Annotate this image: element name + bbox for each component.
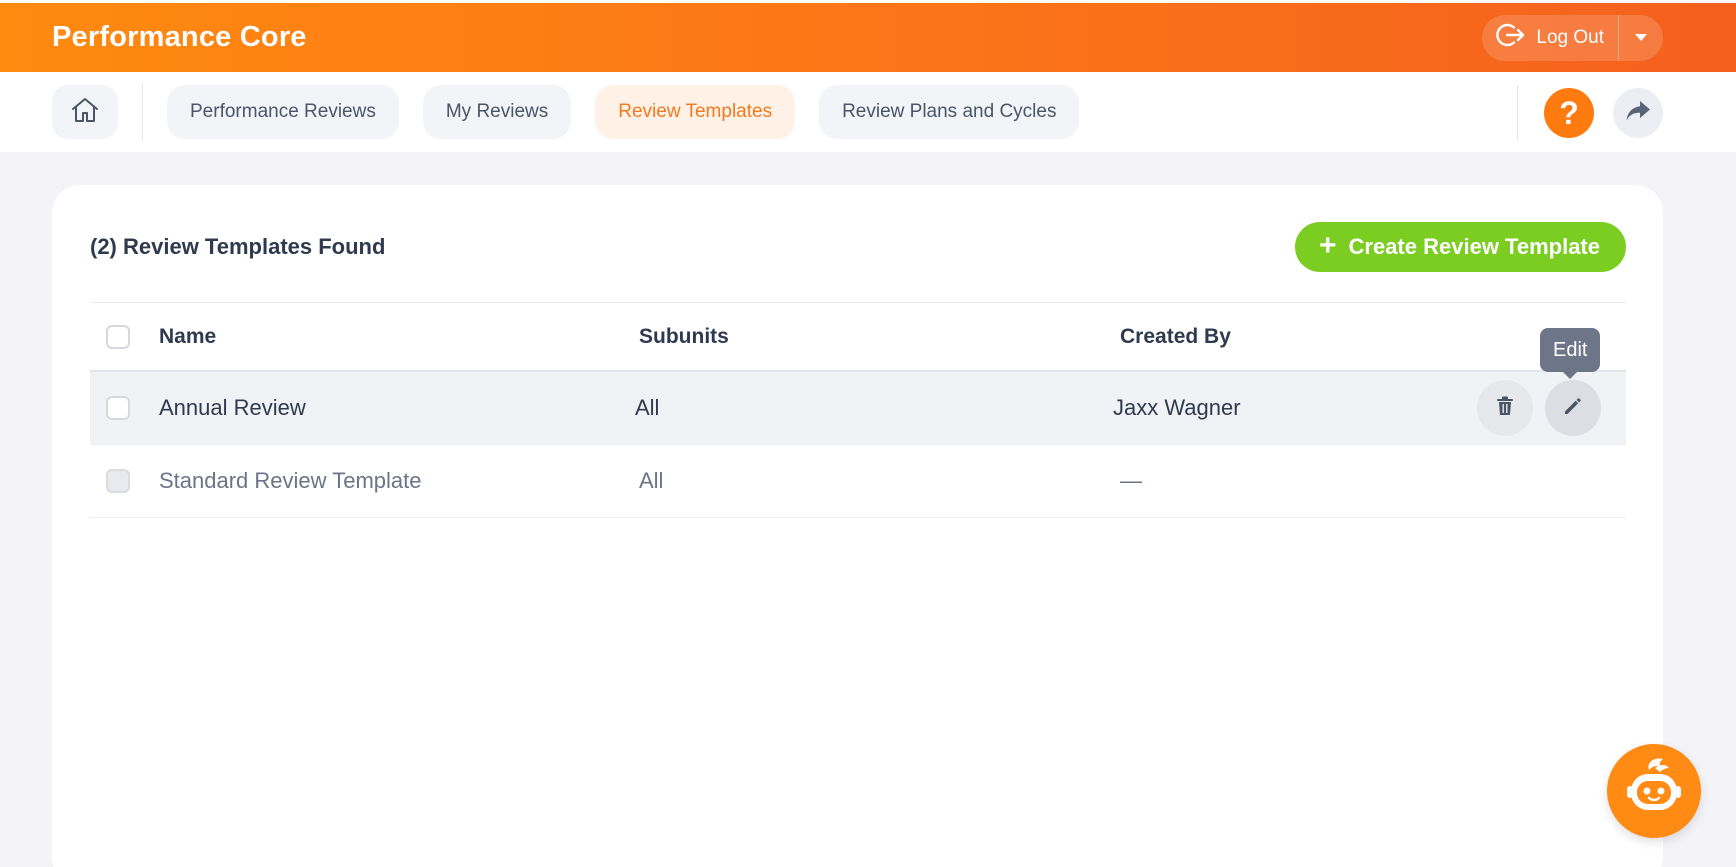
share-button[interactable] xyxy=(1613,88,1663,138)
pencil-icon xyxy=(1563,396,1583,421)
caret-down-icon xyxy=(1635,34,1647,41)
delete-button[interactable] xyxy=(1477,380,1533,436)
cell-name: Standard Review Template xyxy=(159,468,422,493)
cell-name: Annual Review xyxy=(159,395,306,420)
results-count-title: (2) Review Templates Found xyxy=(90,234,386,259)
trash-icon xyxy=(1496,396,1514,421)
nav-right-divider xyxy=(1517,85,1518,141)
account-dropdown-button[interactable] xyxy=(1619,15,1663,61)
app-title: Performance Core xyxy=(52,21,307,53)
nav-divider xyxy=(142,84,143,140)
tab-review-templates[interactable]: Review Templates xyxy=(595,85,796,139)
nav-right-actions: ? xyxy=(1517,85,1663,141)
help-button[interactable]: ? xyxy=(1544,88,1594,138)
templates-table: Name Subunits Created By Annual Review A… xyxy=(90,302,1626,518)
create-button-label: Create Review Template xyxy=(1348,234,1600,259)
home-icon xyxy=(70,95,100,130)
assistant-bot-button[interactable] xyxy=(1607,744,1701,838)
select-all-checkbox[interactable] xyxy=(106,324,130,349)
cell-subunits: All xyxy=(635,395,660,420)
robot-icon xyxy=(1619,754,1689,829)
cell-created-by: Jaxx Wagner xyxy=(1113,395,1241,420)
row-checkbox[interactable] xyxy=(106,396,130,420)
create-review-template-button[interactable]: + Create Review Template xyxy=(1294,222,1626,272)
tab-review-plans-and-cycles[interactable]: Review Plans and Cycles xyxy=(819,85,1080,139)
column-header-created-by[interactable]: Created By xyxy=(1120,325,1231,349)
table-row[interactable]: Standard Review Template All — xyxy=(90,445,1626,518)
row-actions xyxy=(1477,380,1601,436)
logout-group: Log Out xyxy=(1482,14,1663,61)
tab-performance-reviews[interactable]: Performance Reviews xyxy=(167,85,399,139)
templates-card: (2) Review Templates Found + Create Revi… xyxy=(52,185,1663,867)
card-header: (2) Review Templates Found + Create Revi… xyxy=(90,222,1626,272)
plus-icon: + xyxy=(1318,228,1337,262)
table-row[interactable]: Annual Review All Jaxx Wagner xyxy=(90,372,1626,445)
nav-bar: Performance Reviews My Reviews Review Te… xyxy=(0,72,1736,152)
row-checkbox-disabled xyxy=(106,469,130,493)
home-button[interactable] xyxy=(52,85,118,139)
logout-icon xyxy=(1496,22,1526,54)
logout-label: Log Out xyxy=(1536,26,1604,48)
cell-subunits: All xyxy=(639,468,664,493)
column-header-subunits[interactable]: Subunits xyxy=(639,325,729,349)
share-arrow-icon xyxy=(1625,100,1651,127)
table-header: Name Subunits Created By xyxy=(90,302,1626,372)
column-header-name[interactable]: Name xyxy=(159,325,216,349)
logout-button[interactable]: Log Out xyxy=(1482,15,1618,61)
tab-my-reviews[interactable]: My Reviews xyxy=(422,85,572,139)
cell-created-by: — xyxy=(1120,468,1142,493)
top-bar: Performance Core Log Out xyxy=(0,0,1736,72)
edit-tooltip: Edit xyxy=(1540,328,1601,379)
edit-button[interactable] xyxy=(1545,380,1601,436)
